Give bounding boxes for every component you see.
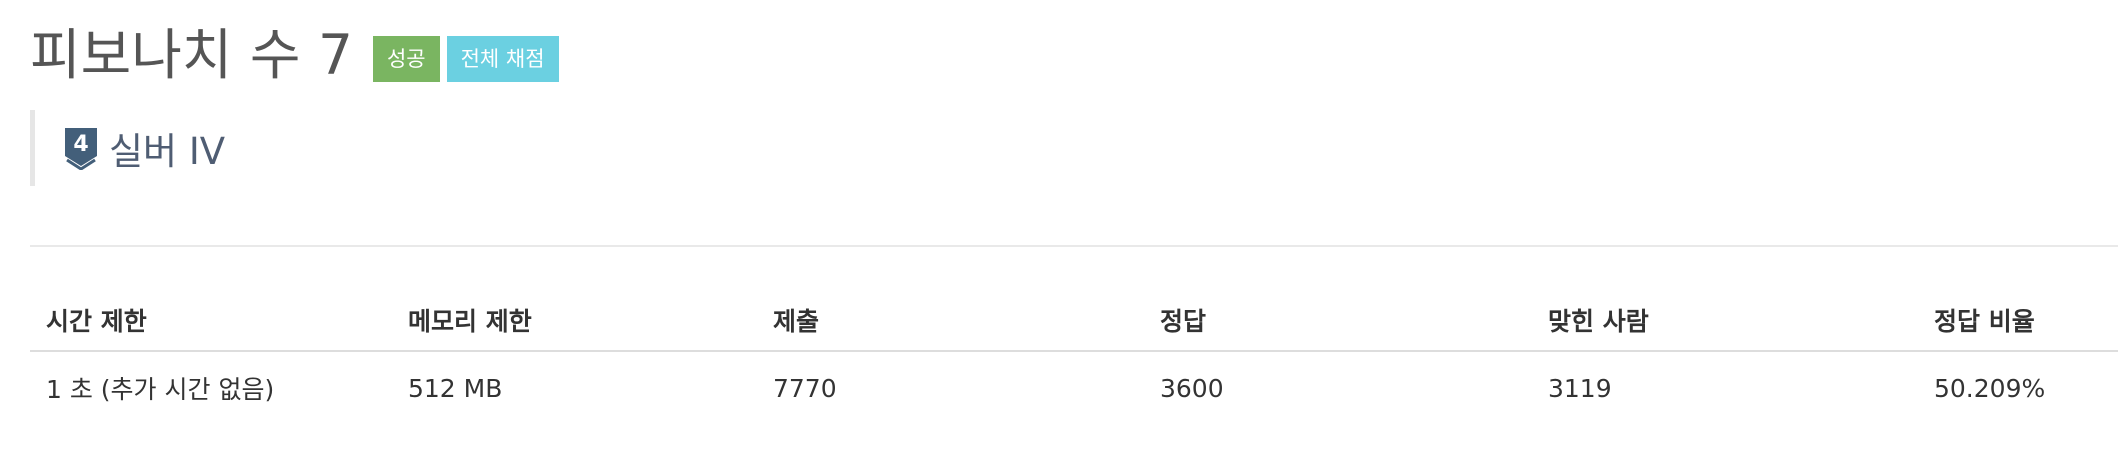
table-header-row: 시간 제한 메모리 제한 제출 정답 맞힌 사람 정답 비율 (30, 290, 2118, 352)
problem-info-table: 시간 제한 메모리 제한 제출 정답 맞힌 사람 정답 비율 1 초 (추가 시… (30, 290, 2118, 424)
solved-users-value[interactable]: 3119 (1532, 351, 1918, 424)
accepted-value[interactable]: 3600 (1144, 351, 1532, 424)
submissions-value[interactable]: 7770 (757, 351, 1144, 424)
success-badge[interactable]: 성공 (372, 35, 440, 82)
problem-header: 피보나치 수 7 성공 전체 채점 (30, 28, 559, 83)
memory-limit-value: 512 MB (408, 373, 503, 403)
tier-name: 실버 IV (109, 130, 226, 173)
header-time-limit: 시간 제한 (30, 290, 392, 352)
accept-ratio-value: 50.209% (1934, 373, 2046, 403)
header-submissions: 제출 (757, 290, 1144, 352)
header-solved-users: 맞힌 사람 (1532, 290, 1918, 352)
header-memory-limit: 메모리 제한 (392, 290, 757, 352)
tier-level-number: 4 (73, 132, 88, 157)
problem-tier[interactable]: 4 실버 IV (30, 110, 225, 186)
problem-title: 피보나치 수 7 (30, 23, 353, 87)
time-limit-value: 1 초 (추가 시간 없음) (46, 375, 275, 404)
header-accept-ratio: 정답 비율 (1918, 290, 2118, 352)
problem-page: 피보나치 수 7 성공 전체 채점 4 실버 IV 시간 제한 메모리 제한 제… (0, 0, 2118, 474)
section-divider (30, 245, 2118, 247)
table-row: 1 초 (추가 시간 없음) 512 MB 7770 3600 3119 50.… (30, 351, 2118, 424)
header-accepted: 정답 (1144, 290, 1532, 352)
all-judged-badge[interactable]: 전체 채점 (446, 35, 559, 82)
silver-tier-shield-icon: 4 (65, 128, 97, 170)
